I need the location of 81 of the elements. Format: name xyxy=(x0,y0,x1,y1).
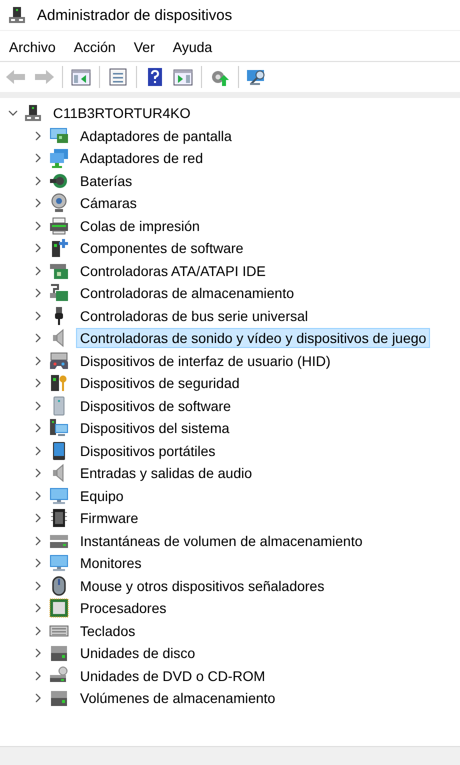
tree-item[interactable]: Mouse y otros dispositivos señaladores xyxy=(76,576,328,596)
tree-item[interactable]: Controladoras de sonido y vídeo y dispositivos de juego xyxy=(76,328,430,348)
chevron-icon[interactable] xyxy=(33,356,43,366)
computer-icon xyxy=(8,6,26,24)
monitor-icon xyxy=(49,553,69,574)
chevron-icon[interactable] xyxy=(33,378,43,388)
tree-item[interactable]: Teclados xyxy=(76,620,140,641)
chevron-icon[interactable] xyxy=(33,693,43,704)
chevron-icon[interactable] xyxy=(33,670,43,681)
chevron-icon[interactable] xyxy=(33,558,43,568)
chevron-icon[interactable] xyxy=(33,266,43,276)
monitor-icon xyxy=(49,126,69,146)
chevron-icon[interactable] xyxy=(33,130,43,141)
monitor-icon xyxy=(49,486,69,506)
chevron-icon[interactable] xyxy=(33,580,43,591)
tree-item[interactable]: Procesadores xyxy=(76,598,170,618)
window-icon xyxy=(172,67,194,87)
webcam-icon xyxy=(49,193,69,214)
tree-item[interactable]: Instantáneas de volumen de almacenamiento xyxy=(76,530,367,551)
chevron-icon[interactable] xyxy=(33,603,43,614)
tree-item[interactable]: Dispositivos de seguridad xyxy=(76,373,244,394)
chevron-icon[interactable] xyxy=(33,400,43,411)
tree-item[interactable]: C11B3RTORTUR4KO xyxy=(49,103,194,124)
chevron-icon[interactable] xyxy=(33,468,43,478)
arrow-left-icon xyxy=(5,67,27,87)
tree-item[interactable]: Monitores xyxy=(76,553,146,574)
tree-item[interactable]: Componentes de software xyxy=(76,238,248,258)
chevron-icon[interactable] xyxy=(33,513,43,524)
tree-item[interactable]: Dispositivos portátiles xyxy=(76,440,220,461)
menu-item[interactable]: Ver xyxy=(124,37,164,57)
tree-item[interactable]: Entradas y salidas de audio xyxy=(76,463,256,484)
chevron-icon[interactable] xyxy=(33,310,43,321)
menu-item[interactable]: Acción xyxy=(64,37,125,57)
gamepad-icon xyxy=(49,350,69,371)
tree-item[interactable]: Colas de impresión xyxy=(76,216,204,236)
printer-icon xyxy=(49,216,69,236)
processor-icon xyxy=(49,598,69,618)
storage-icon xyxy=(49,283,69,304)
key-icon xyxy=(49,373,69,394)
tree-item[interactable]: Controladoras de almacenamiento xyxy=(76,283,298,304)
tree-item[interactable]: Dispositivos del sistema xyxy=(76,418,234,438)
drive-icon xyxy=(49,688,69,708)
tree-item[interactable]: Volúmenes de almacenamiento xyxy=(76,688,280,708)
chevron-icon[interactable] xyxy=(33,626,43,636)
tree-item[interactable]: Adaptadores de pantalla xyxy=(76,126,236,146)
tree-item[interactable]: Controladoras ATA/ATAPI IDE xyxy=(76,260,270,281)
chip-icon xyxy=(49,508,69,528)
tree-item[interactable]: Dispositivos de software xyxy=(76,396,235,416)
menu-item[interactable]: Ayuda xyxy=(164,37,222,57)
chevron-icon[interactable] xyxy=(33,198,43,208)
tree-item[interactable]: Dispositivos de interfaz de usuario (HID) xyxy=(76,350,335,371)
tree-item[interactable]: Unidades de disco xyxy=(76,643,200,664)
chevron-icon[interactable] xyxy=(8,108,18,118)
chevron-icon[interactable] xyxy=(33,490,43,501)
chevron-icon[interactable] xyxy=(33,423,43,434)
document-icon xyxy=(107,67,129,87)
chevron-icon[interactable] xyxy=(33,446,43,456)
chevron-icon[interactable] xyxy=(33,220,43,231)
tree-item[interactable]: Controladoras de bus serie universal xyxy=(76,306,312,326)
window-title: Administrador de dispositivos xyxy=(37,6,232,24)
chevron-icon[interactable] xyxy=(33,153,43,164)
menu-item[interactable]: Archivo xyxy=(0,37,65,57)
tree-item[interactable]: Adaptadores de red xyxy=(76,148,207,168)
chevron-icon[interactable] xyxy=(33,243,43,254)
drive-icon xyxy=(49,643,69,664)
chevron-icon[interactable] xyxy=(33,648,43,658)
chevron-icon[interactable] xyxy=(33,333,43,344)
network-icon xyxy=(49,148,69,168)
chevron-icon[interactable] xyxy=(33,288,43,298)
tree-item[interactable]: Equipo xyxy=(76,486,128,506)
window-icon xyxy=(70,67,92,87)
computer-icon xyxy=(49,418,69,438)
puzzle-icon xyxy=(49,238,69,258)
tree-item[interactable]: Baterías xyxy=(76,170,136,191)
chevron-icon[interactable] xyxy=(33,536,43,546)
computer-icon xyxy=(24,104,42,122)
tree-item[interactable]: Firmware xyxy=(76,508,142,528)
tree-item[interactable]: Unidades de DVD o CD-ROM xyxy=(76,666,270,686)
arrow-right-icon xyxy=(33,67,55,87)
tree-item[interactable]: Cámaras xyxy=(76,193,141,214)
chevron-icon[interactable] xyxy=(33,176,43,186)
